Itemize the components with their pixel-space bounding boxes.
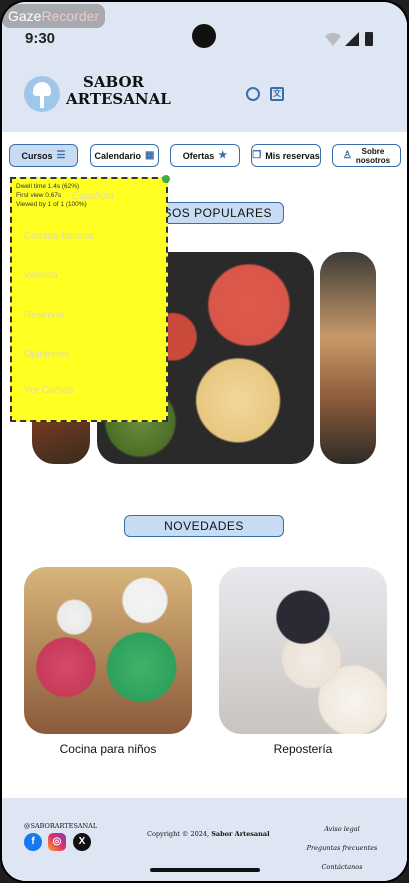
news-card-pastry[interactable] xyxy=(219,567,387,734)
recorder-badge-part1: Gaze xyxy=(8,8,42,24)
x-icon[interactable]: X xyxy=(73,833,91,851)
star-icon: ★ xyxy=(218,150,228,161)
copyright-label: Copyright © 2024, xyxy=(147,830,210,838)
nav-sobre-line1: Sobre xyxy=(361,146,385,156)
translate-icon[interactable]: 文 xyxy=(270,87,284,101)
screen: GazeRecorder 9:30 SABOR ARTESANAL 文 Curs… xyxy=(2,2,407,881)
calendar-icon: ▦ xyxy=(145,150,155,161)
dropdown-menu-overlay: Dwell time 1.4s (62%) First view 0.67s V… xyxy=(10,175,170,422)
nav-cursos-button[interactable]: Cursos ☰ xyxy=(9,144,78,167)
status-bar: GazeRecorder 9:30 xyxy=(2,2,407,62)
battery-icon xyxy=(365,32,373,46)
recorder-badge: GazeRecorder xyxy=(2,4,106,28)
menu-item-reservar[interactable]: Reservar xyxy=(24,310,65,321)
close-icon[interactable] xyxy=(162,175,170,183)
nav-cursos-label: Cursos xyxy=(21,150,53,161)
brand-line1: SABOR xyxy=(83,73,144,91)
news-card-label-kids[interactable]: Cocina para niños xyxy=(24,742,192,756)
home-indicator[interactable] xyxy=(150,868,260,872)
nav-sobre-nosotros-label: Sobre nosotros xyxy=(356,147,390,165)
copyright-brand: Sabor Artesanal xyxy=(211,830,270,838)
nav-bar: Cursos ☰ Calendario ▦ Ofertas ★ ❐ Mis re… xyxy=(2,142,407,172)
social-handle: @SABORARTESANAL xyxy=(24,822,98,830)
recorder-badge-part2: Recorder xyxy=(41,8,100,24)
nav-sobre-line2: nosotros xyxy=(355,155,391,165)
menu-item-comida-italiana[interactable]: Comida Italiana xyxy=(24,231,93,242)
section-title-news: NOVEDADES xyxy=(124,515,284,537)
footer-link-faq[interactable]: Preguntas frecuentes xyxy=(297,839,387,858)
menu-item-ver-cursos[interactable]: Ver Cursos xyxy=(24,385,73,396)
menu-item-espanola[interactable]: Española xyxy=(72,191,114,202)
app-header: SABOR ARTESANAL 文 xyxy=(2,62,407,132)
signal-icon xyxy=(345,32,359,46)
nav-ofertas-label: Ofertas xyxy=(182,150,215,161)
instagram-icon[interactable]: ◎ xyxy=(48,833,66,851)
account-icon[interactable] xyxy=(246,87,260,101)
bookmark-icon: ❐ xyxy=(252,150,262,161)
nav-mis-reservas-label: Mis reservas xyxy=(265,150,320,161)
news-card-label-pastry[interactable]: Repostería xyxy=(219,742,387,756)
brand-name[interactable]: SABOR ARTESANAL xyxy=(66,73,171,108)
footer-link-aviso-legal[interactable]: Aviso legal xyxy=(297,820,387,839)
fork-icon xyxy=(40,94,44,108)
menu-item-opiniones[interactable]: Opiniones xyxy=(24,349,69,360)
logo-icon[interactable] xyxy=(24,76,60,112)
copyright-text: Copyright © 2024, Sabor Artesanal xyxy=(147,830,270,838)
status-icons xyxy=(325,32,385,46)
dwell-time: Dwell time 1.4s (62%) xyxy=(16,183,80,190)
nav-ofertas-button[interactable]: Ofertas ★ xyxy=(170,144,240,167)
news-cards: Cocina para niños Repostería xyxy=(2,567,407,767)
nav-mis-reservas-button[interactable]: ❐ Mis reservas xyxy=(251,144,321,167)
course-tile-right[interactable] xyxy=(320,252,376,464)
user-icon: ♙ xyxy=(342,150,352,161)
footer-links: Aviso legal Preguntas frecuentes Contáct… xyxy=(297,820,387,877)
menu-icon: ☰ xyxy=(56,150,66,161)
wifi-icon xyxy=(325,33,341,46)
facebook-icon[interactable]: f xyxy=(24,833,42,851)
brand-line2: ARTESANAL xyxy=(66,90,171,108)
nav-calendario-button[interactable]: Calendario ▦ xyxy=(90,144,159,167)
news-card-kids-cooking[interactable] xyxy=(24,567,192,734)
nav-sobre-nosotros-button[interactable]: ♙ Sobre nosotros xyxy=(332,144,401,167)
menu-item-variada[interactable]: Variada xyxy=(24,270,58,281)
footer-link-contact[interactable]: Contáctanos xyxy=(297,858,387,877)
nav-calendario-label: Calendario xyxy=(94,150,142,161)
camera-hole xyxy=(192,24,216,48)
phone-frame: GazeRecorder 9:30 SABOR ARTESANAL 文 Curs… xyxy=(0,0,409,883)
status-time: 9:30 xyxy=(25,30,56,47)
